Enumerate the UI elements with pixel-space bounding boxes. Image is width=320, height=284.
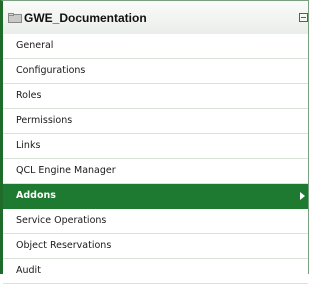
menu-item-label: Service Operations — [16, 215, 107, 226]
menu-item-label: General — [16, 40, 54, 51]
menu-item-addons[interactable]: Addons — [3, 184, 308, 209]
navigation-panel: GWE_Documentation General Configurations… — [0, 0, 309, 284]
menu-item-label: Links — [16, 140, 41, 151]
menu-item-service-operations[interactable]: Service Operations — [3, 209, 308, 234]
menu-item-label: Audit — [16, 265, 41, 276]
folder-icon — [8, 13, 22, 23]
menu-list: General Configurations Roles Permissions… — [3, 34, 308, 284]
menu-item-configurations[interactable]: Configurations — [3, 59, 308, 84]
menu-item-audit[interactable]: Audit — [3, 259, 308, 284]
menu-item-permissions[interactable]: Permissions — [3, 109, 308, 134]
menu-item-label: Roles — [16, 90, 42, 101]
menu-item-qcl-engine-manager[interactable]: QCL Engine Manager — [3, 159, 308, 184]
menu-item-label: Permissions — [16, 115, 73, 126]
page-title: GWE_Documentation — [24, 11, 147, 25]
panel-header: GWE_Documentation — [3, 1, 308, 35]
chevron-right-icon — [300, 192, 305, 200]
menu-item-label: Addons — [16, 190, 56, 201]
collapse-minus-icon[interactable] — [299, 13, 308, 22]
menu-item-object-reservations[interactable]: Object Reservations — [3, 234, 308, 259]
menu-item-label: Configurations — [16, 65, 86, 76]
menu-item-links[interactable]: Links — [3, 134, 308, 159]
menu-item-label: QCL Engine Manager — [16, 165, 116, 176]
menu-item-label: Object Reservations — [16, 240, 112, 251]
menu-item-roles[interactable]: Roles — [3, 84, 308, 109]
menu-item-general[interactable]: General — [3, 34, 308, 59]
